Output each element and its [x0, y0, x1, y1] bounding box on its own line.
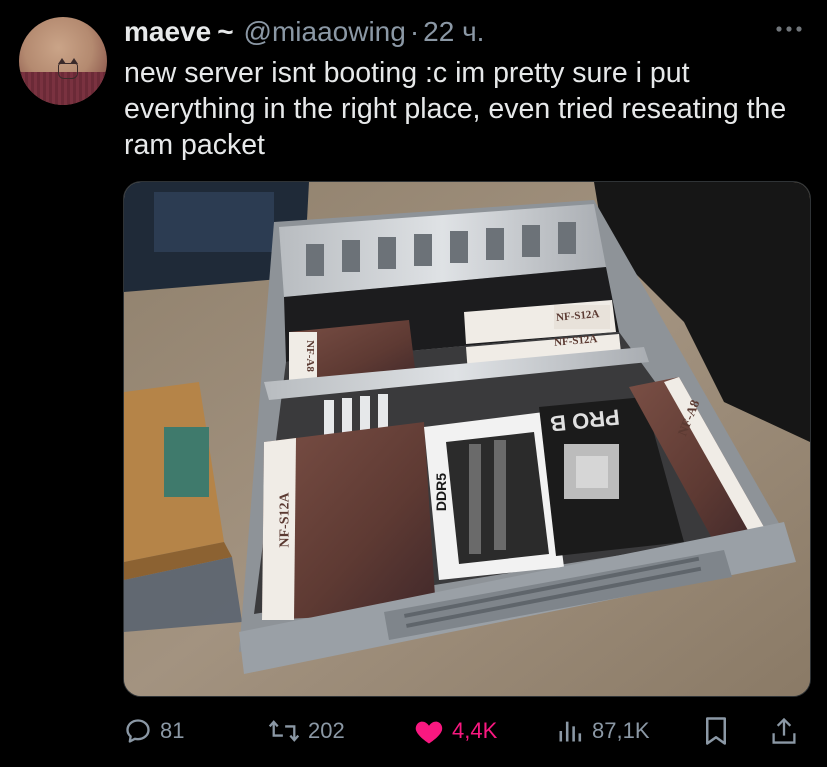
views-icon [559, 721, 582, 742]
like-button[interactable]: 4,4K [414, 708, 497, 754]
share-icon [772, 717, 796, 744]
ellipsis-icon [776, 26, 802, 32]
label-ddr5: DDR5 [433, 472, 450, 512]
display-name[interactable]: maeve [124, 16, 211, 48]
separator-dot: · [409, 16, 420, 47]
reply-count: 81 [160, 718, 185, 743]
reply-icon [126, 719, 150, 743]
views-count: 87,1K [592, 718, 650, 743]
views-button[interactable]: 87,1K [556, 708, 650, 754]
bookmark-icon [706, 717, 726, 745]
retweet-icon [268, 720, 300, 742]
reply-button[interactable]: 81 [124, 708, 184, 754]
action-bar: 81 202 4,4K 87,1K [0, 708, 827, 754]
label-nf-a8-left: NF-A8 [303, 340, 316, 372]
more-button[interactable] [773, 14, 805, 44]
retweet-count: 202 [308, 718, 345, 743]
heart-icon [415, 721, 443, 744]
retweet-button[interactable]: 202 [268, 708, 345, 754]
name-suffix: ~ [217, 16, 234, 47]
tweet-photo[interactable]: NF-A8 NF-S12A NF-S12A NF-S12A NF-A8 DDR5… [123, 181, 811, 697]
share-button[interactable] [770, 708, 798, 754]
server-case-photo [124, 182, 810, 696]
tweet-header: maeve ~ @miaaowing · 22 ч. [124, 15, 484, 49]
avatar[interactable] [19, 17, 107, 105]
like-count: 4,4K [452, 718, 498, 743]
cat-icon [58, 58, 78, 79]
bookmark-button[interactable] [703, 708, 729, 754]
handle[interactable]: @miaaowing [244, 16, 406, 48]
tweet[interactable]: maeve ~ @miaaowing · 22 ч. new server is… [0, 0, 827, 767]
label-nf-s12a-left: NF-S12A [277, 492, 293, 548]
timestamp[interactable]: 22 ч. [423, 16, 484, 48]
tweet-text: new server isnt booting :c im pretty sur… [124, 57, 787, 161]
